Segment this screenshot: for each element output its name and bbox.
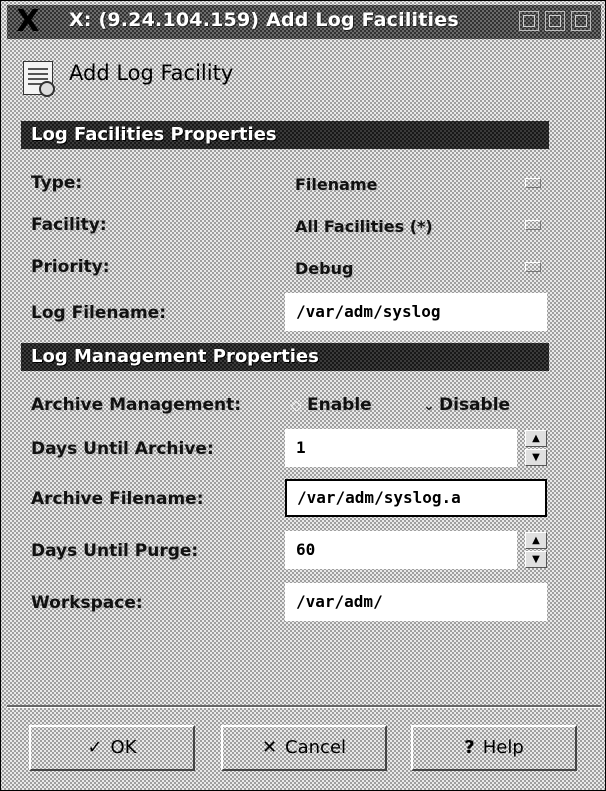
maximize-button[interactable] (545, 11, 565, 31)
ok-button[interactable]: ✓ OK (29, 725, 195, 771)
help-button[interactable]: ? Help (411, 725, 577, 771)
workspace-field[interactable]: /var/adm/ (285, 583, 547, 621)
maximize-icon (549, 15, 561, 27)
minimize-icon (523, 15, 535, 27)
priority-label: Priority: (31, 257, 110, 277)
close-icon (575, 15, 587, 27)
close-button[interactable] (571, 11, 591, 31)
type-dropdown[interactable]: Filename (285, 169, 547, 199)
window-title: X: (9.24.104.159) Add Log Facilities (69, 9, 459, 31)
type-value: Filename (295, 175, 378, 194)
log-filename-field[interactable]: /var/adm/syslog (285, 293, 547, 331)
cancel-label: Cancel (285, 737, 347, 758)
help-label: Help (482, 737, 524, 758)
workspace-label: Workspace: (31, 593, 143, 613)
type-label: Type: (31, 173, 83, 193)
days-until-purge-label: Days Until Purge: (31, 541, 199, 561)
question-icon: ? (464, 737, 475, 758)
archive-filename-label: Archive Filename: (31, 489, 204, 509)
spin-down-icon[interactable]: ▼ (525, 449, 547, 466)
section-log-management-properties: Log Management Properties (21, 343, 549, 371)
radio-selected-icon: ◇ (291, 398, 302, 414)
window-menu-icon[interactable]: X (11, 7, 45, 37)
archive-management-label: Archive Management: (31, 395, 242, 415)
spin-up-icon[interactable]: ▲ (525, 532, 547, 549)
facility-dropdown[interactable]: All Facilities (*) (285, 211, 547, 241)
priority-value: Debug (295, 259, 354, 278)
days-until-purge-spinner[interactable]: ▲ ▼ (525, 531, 549, 569)
spin-up-icon[interactable]: ▲ (525, 430, 547, 447)
title-bar[interactable]: X X: (9.24.104.159) Add Log Facilities (7, 5, 601, 39)
days-until-archive-label: Days Until Archive: (31, 439, 214, 459)
archive-filename-field[interactable]: /var/adm/syslog.a (285, 479, 547, 517)
facility-value: All Facilities (*) (295, 217, 433, 236)
log-filename-label: Log Filename: (31, 303, 167, 323)
disable-label: Disable (439, 395, 511, 415)
option-menu-icon (525, 220, 541, 230)
days-until-purge-field[interactable]: 60 (285, 531, 517, 569)
minimize-button[interactable] (519, 11, 539, 31)
priority-dropdown[interactable]: Debug (285, 253, 547, 283)
option-menu-icon (525, 178, 541, 188)
button-bar-separator (7, 705, 601, 708)
days-until-archive-spinner[interactable]: ▲ ▼ (525, 429, 549, 467)
dialog-window: X X: (9.24.104.159) Add Log Facilities A… (0, 0, 606, 791)
enable-radio[interactable]: ◇ Enable (291, 395, 372, 415)
enable-label: Enable (307, 395, 372, 415)
radio-unselected-icon: ⌄ (423, 398, 435, 414)
option-menu-icon (525, 262, 541, 272)
days-until-archive-field[interactable]: 1 (285, 429, 517, 467)
facility-label: Facility: (31, 215, 107, 235)
log-facility-icon (23, 61, 55, 97)
spin-down-icon[interactable]: ▼ (525, 551, 547, 568)
disable-radio[interactable]: ⌄ Disable (423, 395, 510, 415)
dialog-heading: Add Log Facility (69, 61, 234, 85)
check-icon: ✓ (87, 737, 103, 758)
cancel-button[interactable]: ✕ Cancel (221, 725, 387, 771)
x-icon: ✕ (261, 737, 278, 758)
ok-label: OK (110, 737, 137, 758)
section-log-facilities-properties: Log Facilities Properties (21, 121, 549, 149)
